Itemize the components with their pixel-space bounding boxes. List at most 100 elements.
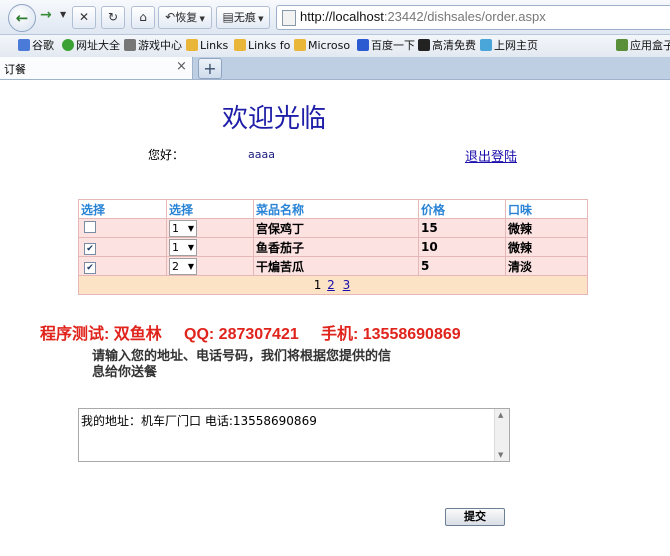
bookmark-label: 谷歌 xyxy=(32,39,54,52)
quantity-select[interactable]: 1 ▼ xyxy=(169,238,197,256)
bookmarks-bar: 谷歌 网址大全 游戏中心 Links Links fo Microso 百度一下… xyxy=(0,35,670,58)
page-icon xyxy=(282,10,296,26)
baidu-icon xyxy=(357,39,369,51)
folder-icon xyxy=(186,39,198,51)
bookmark-google[interactable]: 谷歌 xyxy=(18,38,54,54)
table-row: ✔ 2 ▼ 干煸苦瓜 5 清淡 xyxy=(78,256,588,276)
history-dropdown-icon[interactable]: ▼ xyxy=(60,10,66,19)
select-checkbox[interactable]: ✔ xyxy=(84,242,96,255)
bookmark-label: 网址大全 xyxy=(76,39,120,52)
table-row: ✔ 1 ▼ 鱼香茄子 10 微辣 xyxy=(78,237,588,257)
browser-navbar: ← → ▼ ✕ ↻ ⌂ ↶恢复 ▼ ▤无痕 ▼ http://localhost… xyxy=(0,0,670,35)
bookmark-app-box[interactable]: 应用盒子 xyxy=(616,38,670,54)
header-dish-name: 菜品名称 xyxy=(253,199,419,219)
folder-icon xyxy=(234,39,246,51)
select-checkbox[interactable]: ✔ xyxy=(84,261,96,274)
scroll-down-icon[interactable]: ▼ xyxy=(498,451,503,459)
back-arrow-icon[interactable]: ← xyxy=(8,4,36,32)
header-price: 价格 xyxy=(418,199,506,219)
refresh-icon: ↻ xyxy=(107,10,119,24)
header-quantity: 选择 xyxy=(166,199,254,219)
dish-taste: 清淡 xyxy=(505,256,588,276)
folder-icon xyxy=(294,39,306,51)
bookmark-label: 上网主页 xyxy=(494,39,538,52)
inprivate-icon: ▤ xyxy=(222,10,234,24)
chevron-down-icon: ▼ xyxy=(255,15,264,23)
close-x-icon: ✕ xyxy=(78,10,90,24)
bookmark-label: Links fo xyxy=(248,39,291,52)
dish-name: 鱼香茄子 xyxy=(253,237,419,257)
textarea-scrollbar[interactable]: ▲ ▼ xyxy=(494,409,509,461)
contact-info: 程序测试: 双鱼林 QQ: 287307421 手机: 13558690869 xyxy=(40,326,461,343)
submit-button[interactable]: 提交 xyxy=(445,508,505,526)
close-icon[interactable]: × xyxy=(176,59,187,74)
gamepad-icon xyxy=(124,39,136,51)
undo-icon: ↶ xyxy=(165,10,176,24)
bookmark-label: 高清免费 xyxy=(432,39,476,52)
home-button[interactable]: ⌂ xyxy=(131,6,155,29)
select-checkbox[interactable] xyxy=(84,220,96,233)
url-text: http://localhost:23442/dishsales/order.a… xyxy=(300,9,546,24)
bookmark-label: Links xyxy=(200,39,229,52)
username: aaaa xyxy=(248,148,275,161)
address-bar[interactable]: http://localhost:23442/dishsales/order.a… xyxy=(276,5,670,30)
chevron-down-icon: ▼ xyxy=(187,223,194,233)
address-value: 我的地址：机车厂门口 电话:13558690869 xyxy=(81,414,317,428)
page-link[interactable]: 2 xyxy=(327,278,335,292)
tab-bar: 订餐 × + xyxy=(0,57,670,80)
bookmark-links-for[interactable]: Links fo xyxy=(234,38,290,54)
tab-title: 订餐 xyxy=(4,63,26,76)
film-icon xyxy=(418,39,430,51)
bookmark-label: 百度一下 xyxy=(371,39,415,52)
inprivate-label: 无痕 xyxy=(233,11,256,24)
bookmark-label: Microso xyxy=(308,39,351,52)
bookmark-baidu[interactable]: 百度一下 xyxy=(357,38,415,54)
forward-arrow-icon[interactable]: → xyxy=(40,7,52,23)
quantity-select[interactable]: 2 ▼ xyxy=(169,257,197,275)
home-icon xyxy=(480,39,492,51)
ie-icon xyxy=(62,39,74,51)
page-link[interactable]: 3 xyxy=(343,278,351,292)
pager-row: 1 2 3 xyxy=(78,275,588,295)
instruction-text: 请输入您的地址、电话号码，我们将根据您提供的信息给你送餐 xyxy=(92,349,392,380)
tab-order[interactable]: 订餐 × xyxy=(0,57,193,79)
dish-name: 干煸苦瓜 xyxy=(253,256,419,276)
current-page: 1 xyxy=(313,278,322,292)
box-icon xyxy=(616,39,628,51)
dish-taste: 微辣 xyxy=(505,218,588,238)
chevron-down-icon: ▼ xyxy=(187,261,194,271)
table-header-row: 选择 选择 菜品名称 价格 口味 xyxy=(78,199,588,219)
new-tab-plus-icon[interactable]: + xyxy=(198,58,222,79)
restore-label: 恢复 xyxy=(175,11,198,24)
refresh-button[interactable]: ↻ xyxy=(101,6,125,29)
stop-button[interactable]: ✕ xyxy=(72,6,96,29)
quantity-select[interactable]: 1 ▼ xyxy=(169,219,197,237)
dish-taste: 微辣 xyxy=(505,237,588,257)
scroll-up-icon[interactable]: ▲ xyxy=(498,411,503,419)
bookmark-web-directory[interactable]: 网址大全 xyxy=(62,38,120,54)
bookmark-hd-free[interactable]: 高清免费 xyxy=(418,38,476,54)
inprivate-button[interactable]: ▤无痕 ▼ xyxy=(216,6,270,29)
bookmark-microsoft[interactable]: Microso xyxy=(294,38,350,54)
greeting-label: 您好： xyxy=(148,148,185,162)
table-row: 1 ▼ 宫保鸡丁 15 微辣 xyxy=(78,218,588,238)
dish-name: 宫保鸡丁 xyxy=(253,218,419,238)
page-title: 欢迎光临 xyxy=(222,104,327,134)
chevron-down-icon: ▼ xyxy=(197,15,205,23)
home-icon: ⌂ xyxy=(139,10,147,24)
header-taste: 口味 xyxy=(505,199,588,219)
dish-price: 10 xyxy=(418,237,506,257)
dish-price: 15 xyxy=(418,218,506,238)
bookmark-homepage[interactable]: 上网主页 xyxy=(480,38,538,54)
bookmark-label: 游戏中心 xyxy=(138,39,182,52)
restore-button[interactable]: ↶恢复 ▼ xyxy=(158,6,212,29)
bookmark-links[interactable]: Links xyxy=(186,38,228,54)
bookmark-label: 应用盒子 xyxy=(630,39,670,52)
chevron-down-icon: ▼ xyxy=(187,242,194,252)
logout-link[interactable]: 退出登陆 xyxy=(465,146,517,165)
dish-table: 选择 选择 菜品名称 价格 口味 1 ▼ 宫保鸡丁 15 微辣 ✔ 1 ▼ 鱼香茄子… xyxy=(78,199,588,295)
header-select: 选择 xyxy=(78,199,167,219)
dish-price: 5 xyxy=(418,256,506,276)
bookmark-game-center[interactable]: 游戏中心 xyxy=(124,38,182,54)
address-textarea[interactable]: 我的地址：机车厂门口 电话:13558690869 ▲ ▼ xyxy=(78,408,510,462)
